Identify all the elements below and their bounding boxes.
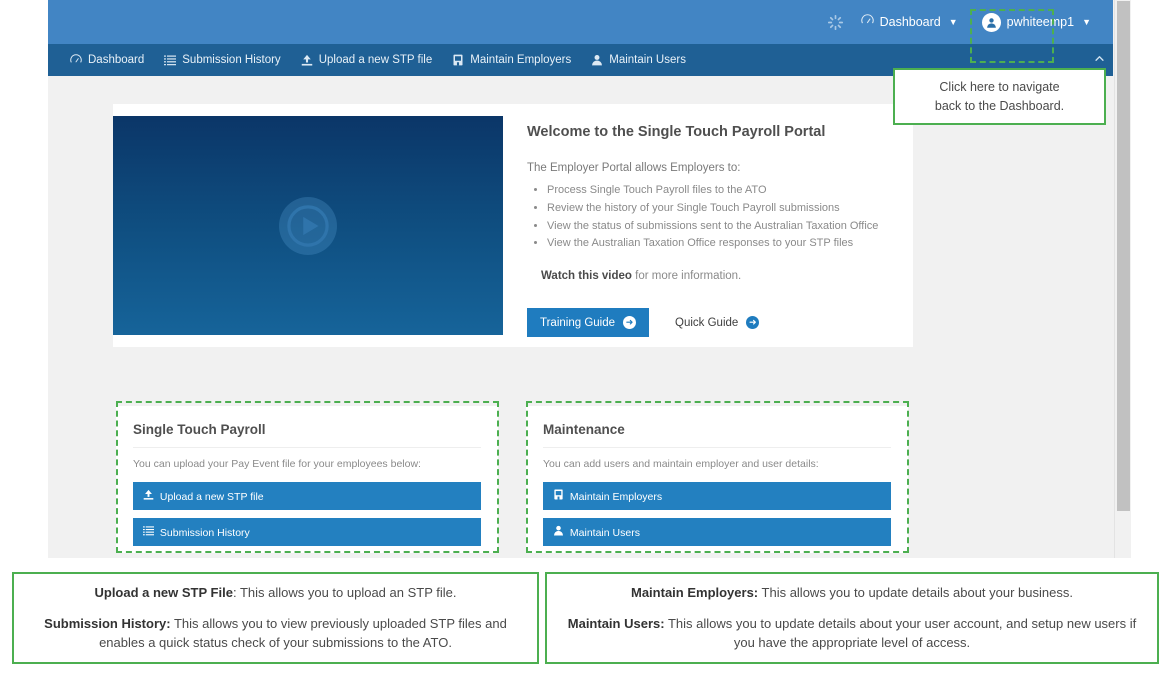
loading-spinner-icon xyxy=(823,0,849,44)
quick-guide-button[interactable]: Quick Guide ➜ xyxy=(659,308,775,337)
chevron-down-icon: ▼ xyxy=(948,17,958,27)
user-avatar-icon xyxy=(981,12,1001,32)
arrow-right-icon: ➜ xyxy=(746,316,760,330)
callout-right-p2-rest: This allows you to update details about … xyxy=(664,615,1137,651)
welcome-feature-list: Process Single Touch Payroll files to th… xyxy=(527,182,913,253)
arrow-right-icon: ➜ xyxy=(623,316,637,330)
callout-left-p2-bold: Submission History: xyxy=(44,615,171,631)
intro-video-player[interactable] xyxy=(113,116,503,335)
callout-left-p1-rest: : This allows you to upload an STP file. xyxy=(232,585,457,601)
nav-item-upload-stp[interactable]: Upload a new STP file xyxy=(291,44,443,76)
button-label: Maintain Employers xyxy=(569,491,663,503)
list-icon xyxy=(143,525,157,539)
user-icon xyxy=(591,54,603,66)
upload-icon xyxy=(143,489,157,503)
quick-guide-label: Quick Guide xyxy=(675,316,739,329)
button-label: Maintain Users xyxy=(569,527,640,539)
nav-label: Maintain Users xyxy=(609,54,686,66)
panel-maintenance: Maintenance You can add users and mainta… xyxy=(526,406,908,553)
page-content: Welcome to the Single Touch Payroll Port… xyxy=(48,76,1113,558)
training-guide-button[interactable]: Training Guide ➜ xyxy=(527,308,650,338)
callout-right-p2-bold: Maintain Users: xyxy=(567,615,665,631)
training-guide-label: Training Guide xyxy=(540,316,616,329)
header-user-label: pwhiteemp1 xyxy=(1006,15,1075,29)
page-title: Welcome to the Single Touch Payroll Port… xyxy=(527,124,826,140)
callout-right-p1-bold: Maintain Employers: xyxy=(631,585,759,601)
list-item: Review the history of your Single Touch … xyxy=(547,200,913,218)
callout-left-p1-bold: Upload a new STP File xyxy=(94,585,233,601)
list-item: View the status of submissions sent to t… xyxy=(547,218,913,236)
list-item: View the Australian Taxation Office resp… xyxy=(547,235,913,253)
screenshot-root: Dashboard ▼ pwhiteemp1 ▼ Dashboard Submi… xyxy=(0,0,1171,694)
callout-left-p2: Submission History: This allows you to v… xyxy=(28,614,523,653)
vertical-scrollbar-thumb[interactable] xyxy=(1117,1,1130,511)
header-dashboard-menu[interactable]: Dashboard ▼ xyxy=(849,0,970,44)
callout-dashboard-line2: back to the Dashboard. xyxy=(934,98,1065,113)
button-label: Submission History xyxy=(159,527,250,539)
chevron-up-icon xyxy=(1094,53,1105,67)
panel-subtitle: You can upload your Pay Event file for y… xyxy=(133,458,421,470)
list-item: Process Single Touch Payroll files to th… xyxy=(547,182,913,200)
building-icon xyxy=(553,489,567,503)
nav-label: Upload a new STP file xyxy=(318,54,433,66)
guide-buttons-row: Training Guide ➜ Quick Guide ➜ xyxy=(527,308,913,338)
gauge-icon xyxy=(860,14,874,30)
user-icon xyxy=(553,525,567,539)
vertical-scrollbar-track[interactable] xyxy=(1114,0,1131,558)
nav-item-submission-history[interactable]: Submission History xyxy=(154,44,290,76)
panel-title: Single Touch Payroll xyxy=(133,422,481,448)
maintain-employers-button[interactable]: Maintain Employers xyxy=(543,482,891,510)
button-label: Upload a new STP file xyxy=(159,491,264,503)
header-user-menu[interactable]: pwhiteemp1 ▼ xyxy=(970,0,1103,44)
header-right-group: Dashboard ▼ pwhiteemp1 ▼ xyxy=(823,0,1103,44)
nav-label: Submission History xyxy=(182,54,281,66)
gauge-icon xyxy=(70,54,82,66)
panel-subtitle: You can add users and maintain employer … xyxy=(543,458,819,470)
callout-right-p1-rest: This allows you to update details about … xyxy=(758,585,1073,601)
callout-right-p2: Maintain Users: This allows you to updat… xyxy=(561,614,1143,653)
watch-video-link[interactable]: Watch this video xyxy=(541,270,632,282)
play-circle-icon[interactable] xyxy=(279,196,337,255)
watch-video-suffix: for more information. xyxy=(631,270,742,283)
callout-maintenance-actions: Maintain Employers: This allows you to u… xyxy=(545,572,1159,664)
header-dashboard-label: Dashboard xyxy=(879,15,941,29)
nav-item-dashboard[interactable]: Dashboard xyxy=(60,44,154,76)
callout-dashboard-line1: Click here to navigate xyxy=(939,80,1060,95)
app-header: Dashboard ▼ pwhiteemp1 ▼ xyxy=(48,0,1113,44)
welcome-card: Welcome to the Single Touch Payroll Port… xyxy=(113,104,913,347)
chevron-down-icon: ▼ xyxy=(1082,17,1091,27)
nav-item-maintain-users[interactable]: Maintain Users xyxy=(581,44,696,76)
nav-item-maintain-employers[interactable]: Maintain Employers xyxy=(442,44,581,76)
panel-title: Maintenance xyxy=(543,422,891,448)
list-icon xyxy=(164,54,177,66)
callout-stp-actions: Upload a new STP File: This allows you t… xyxy=(12,572,539,664)
welcome-text-block: Welcome to the Single Touch Payroll Port… xyxy=(503,104,913,347)
submission-history-button[interactable]: Submission History xyxy=(133,518,481,546)
watch-video-line: Watch this video for more information. xyxy=(541,270,913,282)
callout-dashboard: Click here to navigate back to the Dashb… xyxy=(893,68,1106,125)
callout-left-p1: Upload a new STP File: This allows you t… xyxy=(28,583,523,603)
maintain-users-button[interactable]: Maintain Users xyxy=(543,518,891,546)
building-icon xyxy=(452,54,464,66)
upload-icon xyxy=(301,54,313,66)
panel-single-touch-payroll: Single Touch Payroll You can upload your… xyxy=(116,406,498,553)
upload-stp-button[interactable]: Upload a new STP file xyxy=(133,482,481,510)
nav-label: Maintain Employers xyxy=(470,54,572,66)
nav-label: Dashboard xyxy=(88,54,145,66)
welcome-lead: The Employer Portal allows Employers to: xyxy=(527,162,741,174)
callout-right-p1: Maintain Employers: This allows you to u… xyxy=(561,583,1143,603)
